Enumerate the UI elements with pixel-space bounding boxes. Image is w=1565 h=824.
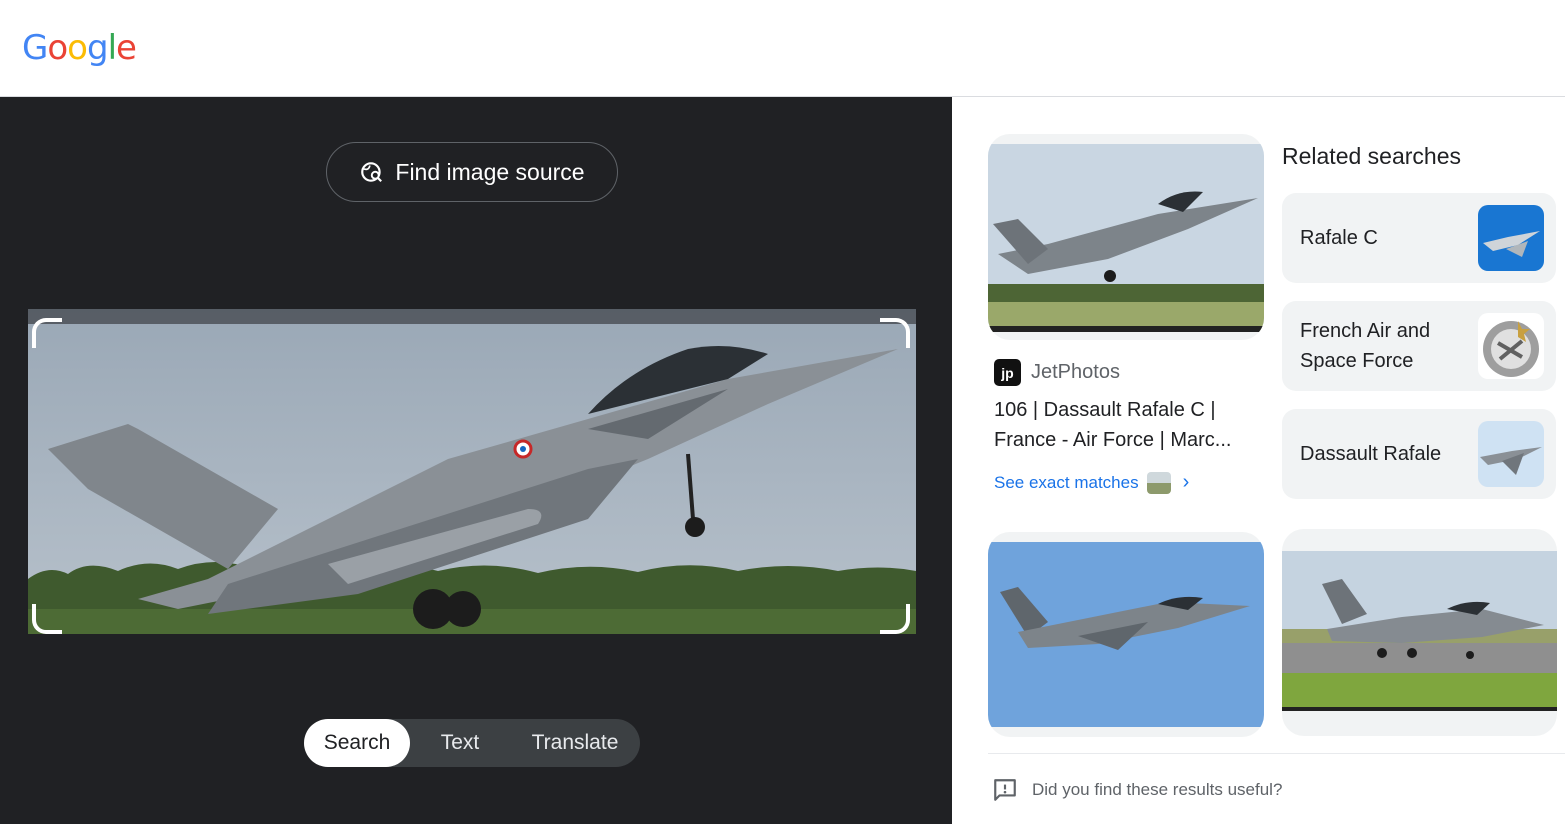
mode-translate[interactable]: Translate [510,719,640,767]
result-image-card[interactable] [988,532,1264,737]
mode-search[interactable]: Search [304,719,410,767]
result-title[interactable]: 106 | Dassault Rafale C | France - Air F… [994,395,1264,455]
result-source[interactable]: jp JetPhotos [994,359,1120,386]
related-search-thumbnail [1478,313,1544,379]
feedback-row[interactable]: Did you find these results useful? [992,777,1282,803]
feedback-icon [994,779,1016,801]
related-search-chip[interactable]: Dassault Rafale [1282,409,1556,499]
related-search-chip[interactable]: French Air and Space Force [1282,301,1556,391]
crop-handle-top-left[interactable] [32,318,62,348]
related-search-label: Dassault Rafale [1300,443,1442,465]
chevron-right-icon: › [1182,471,1190,493]
logo-letter: o [67,28,88,68]
lens-pane: Find image source Search Text Translate [0,97,952,824]
result-jet-image [988,144,1264,332]
see-exact-matches-label: See exact matches [994,472,1139,492]
header: Google [0,0,1565,97]
related-search-label: Rafale C [1300,227,1378,249]
crop-handle-bottom-right[interactable] [880,604,910,634]
related-search-thumbnail [1478,421,1544,487]
related-search-label: French Air and Space Force [1300,320,1431,372]
feedback-text: Did you find these results useful? [1032,780,1283,799]
logo-letter: o [47,28,68,68]
related-searches-heading: Related searches [1282,143,1461,169]
logo-letter: l [107,28,118,68]
result-jet-image [1282,551,1557,711]
mode-text[interactable]: Text [410,719,510,767]
exact-match-thumbnail [1146,471,1171,494]
google-logo[interactable]: Google [22,28,137,68]
crop-dim-overlay [28,309,916,324]
jet-photo [28,309,916,634]
see-exact-matches-link[interactable]: See exact matches › [994,471,1189,494]
logo-letter: G [22,28,48,68]
result-source-name: JetPhotos [1031,361,1120,383]
result-image-card[interactable] [988,134,1264,340]
find-image-source-button[interactable]: Find image source [326,142,618,202]
results-pane: jp JetPhotos 106 | Dassault Rafale C | F… [952,97,1565,824]
lens-mode-switcher: Search Text Translate [304,719,640,767]
divider [988,753,1565,754]
image-crop-area[interactable] [28,309,916,634]
related-search-chip[interactable]: Rafale C [1282,193,1556,283]
result-title-line-2: France - Air Force | Marc... [994,429,1232,451]
related-search-thumbnail [1478,205,1544,271]
image-search-icon [361,162,383,182]
jetphotos-logo: jp [994,359,1021,386]
result-image-card[interactable] [1282,529,1557,736]
crop-handle-top-right[interactable] [880,318,910,348]
crop-handle-bottom-left[interactable] [32,604,62,634]
find-image-source-label: Find image source [395,158,585,185]
result-title-line-1: 106 | Dassault Rafale C | [994,399,1216,421]
logo-letter: e [116,28,137,68]
result-jet-image [988,542,1264,727]
logo-letter: g [86,28,109,68]
